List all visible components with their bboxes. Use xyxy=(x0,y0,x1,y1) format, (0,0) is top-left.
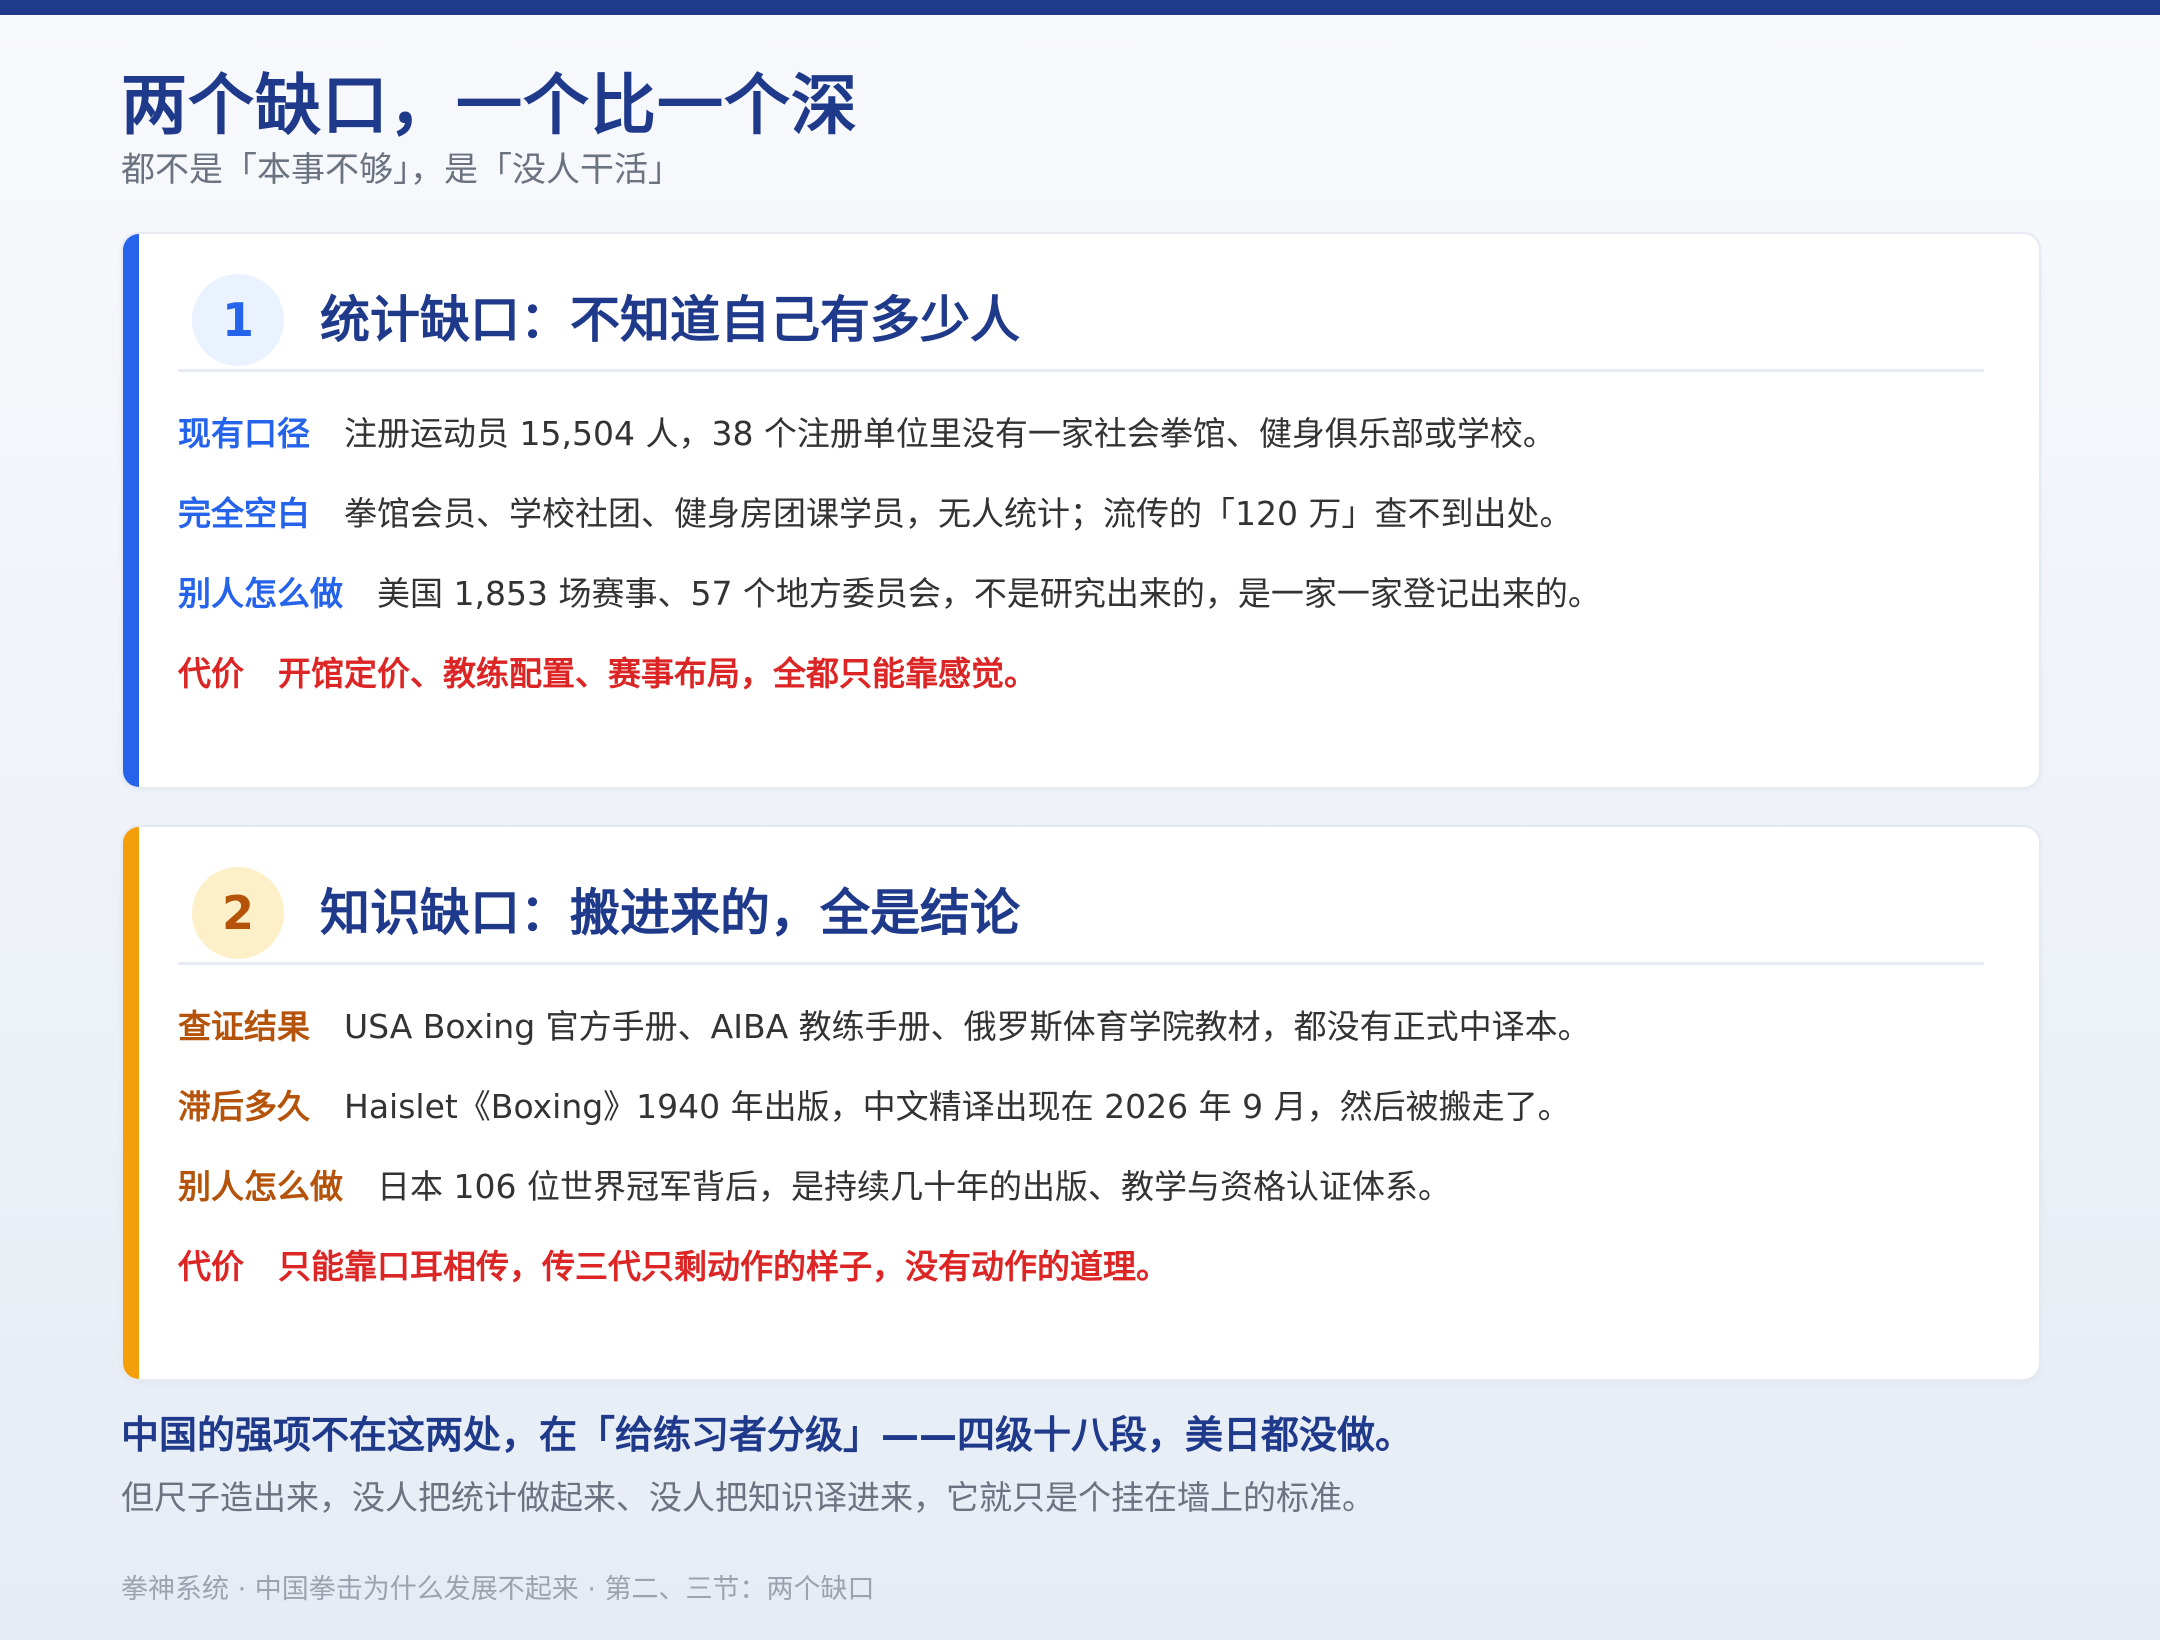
card-number-badge: 2 xyxy=(192,867,284,959)
gap-card-statistics: 1 统计缺口：不知道自己有多少人 现有口径 注册运动员 15,504 人，38 个… xyxy=(121,232,2041,789)
page-title: 两个缺口，一个比一个深 xyxy=(121,67,858,144)
card-row-others: 别人怎么做 美国 1,853 场赛事、57 个地方委员会，不是研究出来的，是一家一… xyxy=(178,554,1984,634)
card-title: 知识缺口：搬进来的，全是结论 xyxy=(320,884,1020,942)
card-rows: 现有口径 注册运动员 15,504 人，38 个注册单位里没有一家社会拳馆、健身俱… xyxy=(178,394,1984,714)
card-row-others: 别人怎么做 日本 106 位世界冠军背后，是持续几十年的出版、教学与资格认证体系。 xyxy=(178,1147,1984,1227)
conclusion-subtext: 但尺子造出来，没人把统计做起来、没人把知识译进来，它就只是个挂在墙上的标准。 xyxy=(121,1478,1375,1517)
card-row-cost: 代价 只能靠口耳相传，传三代只剩动作的样子，没有动作的道理。 xyxy=(178,1227,1984,1307)
row-text: 日本 106 位世界冠军背后，是持续几十年的出版、教学与资格认证体系。 xyxy=(377,1167,1451,1206)
gap-card-knowledge: 2 知识缺口：搬进来的，全是结论 查证结果 USA Boxing 官方手册、AIB… xyxy=(121,825,2041,1381)
conclusion-statement: 中国的强项不在这两处，在「给练习者分级」——四级十八段，美日都没做。 xyxy=(121,1413,1414,1457)
row-text: Haislet《Boxing》1940 年出版，中文精译出现在 2026 年 9… xyxy=(344,1087,1571,1126)
card-accent-stripe xyxy=(123,234,139,787)
card-row-current: 现有口径 注册运动员 15,504 人，38 个注册单位里没有一家社会拳馆、健身俱… xyxy=(178,394,1984,474)
card-row-lag: 滞后多久 Haislet《Boxing》1940 年出版，中文精译出现在 2026… xyxy=(178,1067,1984,1147)
page-subtitle: 都不是「本事不够」，是「没人干活」 xyxy=(121,150,682,190)
row-label: 查证结果 xyxy=(178,1007,310,1046)
row-text: 拳馆会员、学校社团、健身房团课学员，无人统计；流传的「120 万」查不到出处。 xyxy=(344,494,1573,533)
card-row-blank: 完全空白 拳馆会员、学校社团、健身房团课学员，无人统计；流传的「120 万」查不到… xyxy=(178,474,1984,554)
card-header: 1 统计缺口：不知道自己有多少人 xyxy=(178,274,1984,372)
row-label: 现有口径 xyxy=(178,414,310,453)
row-label: 代价 xyxy=(178,654,244,693)
footer-caption: 拳神系统 · 中国拳击为什么发展不起来 · 第二、三节：两个缺口 xyxy=(121,1574,875,1605)
row-text: 注册运动员 15,504 人，38 个注册单位里没有一家社会拳馆、健身俱乐部或学… xyxy=(344,414,1556,453)
card-row-cost: 代价 开馆定价、教练配置、赛事布局，全都只能靠感觉。 xyxy=(178,634,1984,714)
row-label: 滞后多久 xyxy=(178,1087,310,1126)
card-row-verification: 查证结果 USA Boxing 官方手册、AIBA 教练手册、俄罗斯体育学院教材，… xyxy=(178,987,1984,1067)
row-text: USA Boxing 官方手册、AIBA 教练手册、俄罗斯体育学院教材，都没有正… xyxy=(344,1007,1591,1046)
row-label: 完全空白 xyxy=(178,494,310,533)
card-title: 统计缺口：不知道自己有多少人 xyxy=(320,291,1020,349)
row-text: 开馆定价、教练配置、赛事布局，全都只能靠感觉。 xyxy=(278,654,1037,693)
card-rows: 查证结果 USA Boxing 官方手册、AIBA 教练手册、俄罗斯体育学院教材，… xyxy=(178,987,1984,1307)
card-number-badge: 1 xyxy=(192,274,284,366)
row-label: 别人怎么做 xyxy=(178,1167,343,1206)
row-label: 代价 xyxy=(178,1247,244,1286)
row-label: 别人怎么做 xyxy=(178,574,343,613)
slide-page: 两个缺口，一个比一个深 都不是「本事不够」，是「没人干活」 1 统计缺口：不知道… xyxy=(121,66,2041,1605)
row-text: 只能靠口耳相传，传三代只剩动作的样子，没有动作的道理。 xyxy=(278,1247,1169,1286)
row-text: 美国 1,853 场赛事、57 个地方委员会，不是研究出来的，是一家一家登记出来… xyxy=(377,574,1601,613)
card-header: 2 知识缺口：搬进来的，全是结论 xyxy=(178,867,1984,965)
top-accent-bar xyxy=(0,0,2160,15)
card-accent-stripe xyxy=(123,827,139,1379)
